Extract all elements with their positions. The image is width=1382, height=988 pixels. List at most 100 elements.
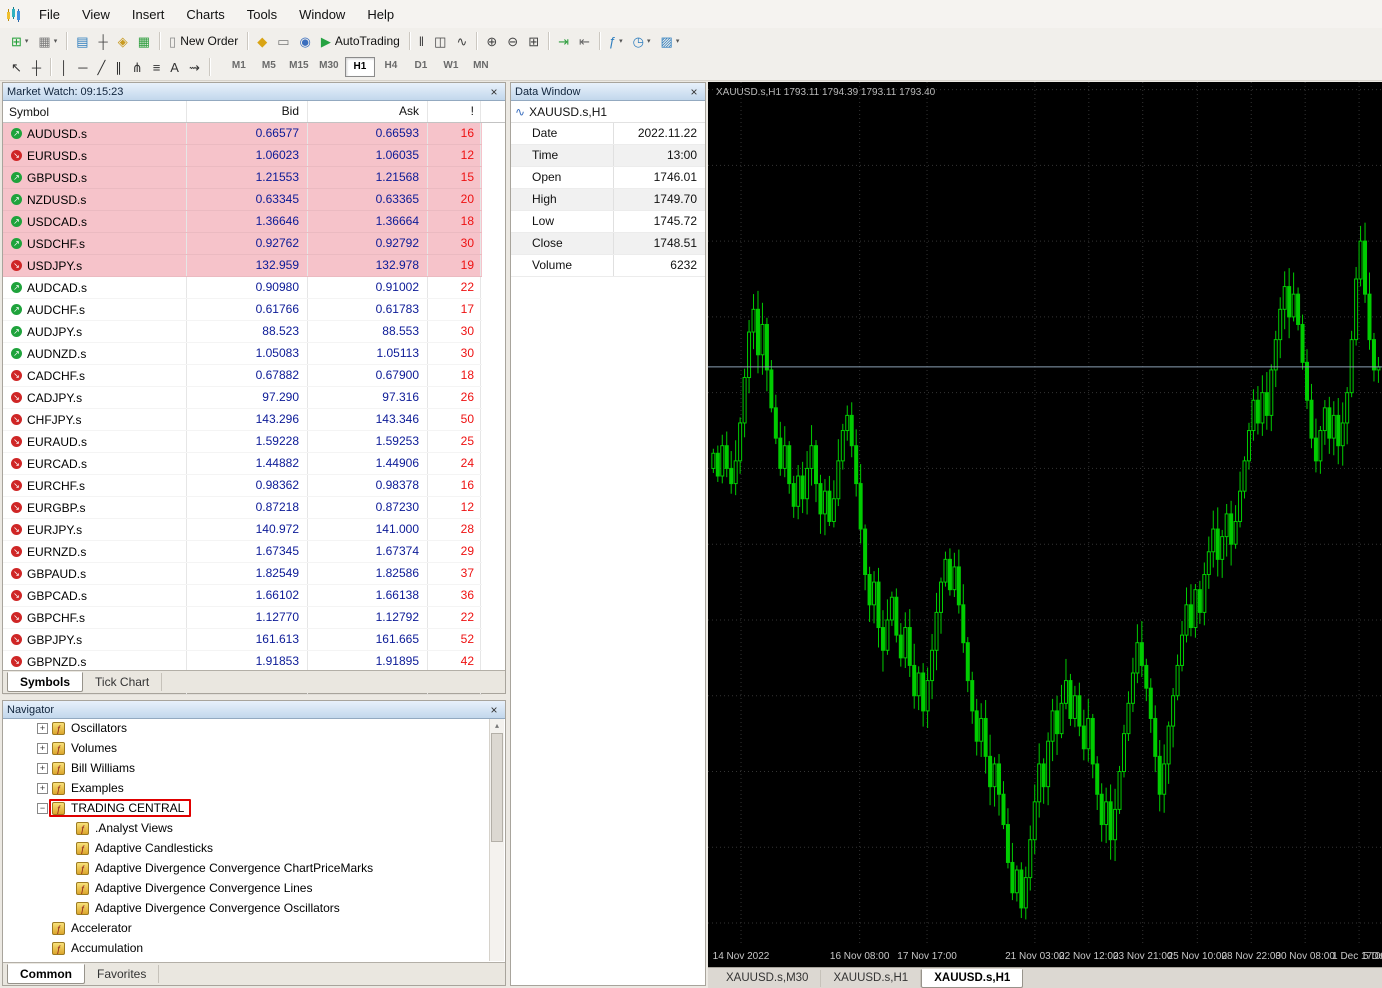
close-icon[interactable]: ×: [687, 85, 701, 99]
new-chart-button[interactable]: ⊞▾: [7, 30, 32, 52]
close-icon[interactable]: ×: [487, 85, 501, 99]
timeframe-mn[interactable]: MN: [467, 57, 495, 75]
navigator-button[interactable]: ◈: [114, 30, 132, 52]
close-icon[interactable]: ×: [487, 703, 501, 717]
print-button[interactable]: ▭: [273, 30, 293, 52]
chart-tab-xauusd-s-h1[interactable]: XAUUSD.s,H1: [921, 969, 1023, 988]
table-row[interactable]: ↘EURCHF.s0.983620.9837816: [3, 475, 482, 497]
equidistant-channel-button[interactable]: ∥: [111, 56, 126, 78]
templates-button[interactable]: ▨▾: [657, 30, 684, 52]
terminal-button[interactable]: ▦: [134, 30, 154, 52]
periods-button[interactable]: ◷▾: [629, 30, 655, 52]
navigator-scrollbar[interactable]: ▴: [489, 719, 504, 961]
horizontal-line-button[interactable]: ─: [74, 56, 91, 78]
tree-item[interactable]: ƒ.Analyst Views: [3, 818, 489, 838]
table-row[interactable]: ↘EURJPY.s140.972141.00028: [3, 519, 482, 541]
table-row[interactable]: ↘EURCAD.s1.448821.4490624: [3, 453, 482, 475]
timeframe-h1[interactable]: H1: [345, 57, 375, 77]
metaeditor-button[interactable]: ◆: [253, 30, 271, 52]
trendline-button[interactable]: ╱: [93, 56, 109, 78]
menu-item-file[interactable]: File: [28, 0, 71, 28]
line-chart-button[interactable]: ∿: [452, 30, 471, 52]
menu-item-tools[interactable]: Tools: [236, 0, 288, 28]
table-row[interactable]: ↘CADJPY.s97.29097.31626: [3, 387, 482, 409]
scroll-up-icon[interactable]: ▴: [490, 719, 504, 732]
tree-item[interactable]: ƒAdaptive Divergence Convergence Lines: [3, 878, 489, 898]
table-row[interactable]: ↗USDCHF.s0.927620.9279230: [3, 233, 482, 255]
menu-item-window[interactable]: Window: [288, 0, 356, 28]
table-row[interactable]: ↗AUDCHF.s0.617660.6178317: [3, 299, 482, 321]
expand-icon[interactable]: +: [37, 763, 48, 774]
tile-windows-button[interactable]: ⊞: [524, 30, 543, 52]
timeframe-d1[interactable]: D1: [407, 57, 435, 75]
profiles-button[interactable]: ▦▾: [34, 30, 61, 52]
arrows-tool-button[interactable]: ⇝: [185, 56, 204, 78]
timeframe-m1[interactable]: M1: [225, 57, 253, 75]
menu-item-insert[interactable]: Insert: [121, 0, 176, 28]
autotrading-button[interactable]: ▶AutoTrading: [317, 30, 404, 52]
menu-item-charts[interactable]: Charts: [175, 0, 235, 28]
zoom-in-button[interactable]: ⊕: [482, 30, 501, 52]
zoom-out-button[interactable]: ⊖: [503, 30, 522, 52]
tab-common[interactable]: Common: [7, 964, 85, 984]
text-button[interactable]: A: [166, 56, 183, 78]
expand-icon[interactable]: +: [37, 723, 48, 734]
table-row[interactable]: ↗NZDUSD.s0.633450.6336520: [3, 189, 482, 211]
tab-symbols[interactable]: Symbols: [7, 672, 83, 692]
tree-item[interactable]: ƒAdaptive Candlesticks: [3, 838, 489, 858]
table-row[interactable]: ↘CHFJPY.s143.296143.34650: [3, 409, 482, 431]
timeframe-h4[interactable]: H4: [377, 57, 405, 75]
chart-shift-button[interactable]: ⇤: [575, 30, 594, 52]
chart-tab-xauusd-s-h1[interactable]: XAUUSD.s,H1: [821, 970, 921, 987]
crosshair-button[interactable]: ┼: [28, 56, 45, 78]
table-row[interactable]: ↘USDJPY.s132.959132.97819: [3, 255, 482, 277]
table-row[interactable]: ↘CADCHF.s0.678820.6790018: [3, 365, 482, 387]
menu-item-view[interactable]: View: [71, 0, 121, 28]
timeframe-m30[interactable]: M30: [315, 57, 343, 75]
help-button[interactable]: ◉: [296, 30, 315, 52]
cursor-button[interactable]: ↖: [7, 56, 26, 78]
tree-item[interactable]: +ƒOscillators: [3, 718, 489, 738]
tree-item[interactable]: −ƒTRADING CENTRAL: [3, 798, 489, 818]
tree-item[interactable]: +ƒBill Williams: [3, 758, 489, 778]
tree-item[interactable]: ƒAccumulation: [3, 938, 489, 958]
menu-item-help[interactable]: Help: [356, 0, 405, 28]
table-row[interactable]: ↗AUDJPY.s88.52388.55330: [3, 321, 482, 343]
table-row[interactable]: ↗USDCAD.s1.366461.3666418: [3, 211, 482, 233]
table-row[interactable]: ↘GBPCHF.s1.127701.1279222: [3, 607, 482, 629]
tree-item[interactable]: ƒAccelerator: [3, 918, 489, 938]
tree-item[interactable]: ƒAdaptive Divergence Convergence Oscilla…: [3, 898, 489, 918]
auto-scroll-button[interactable]: ⇥: [554, 30, 573, 52]
timeframe-m15[interactable]: M15: [285, 57, 313, 75]
market-watch-button[interactable]: ▤: [72, 30, 92, 52]
table-row[interactable]: ↘GBPAUD.s1.825491.8258637: [3, 563, 482, 585]
tab-favorites[interactable]: Favorites: [85, 965, 159, 983]
table-row[interactable]: ↘EURNZD.s1.673451.6737429: [3, 541, 482, 563]
table-row[interactable]: ↗GBPUSD.s1.215531.2156815: [3, 167, 482, 189]
expand-icon[interactable]: +: [37, 783, 48, 794]
fibonacci-retracement-button[interactable]: ≡: [149, 56, 165, 78]
scrollbar-thumb[interactable]: [491, 733, 503, 842]
data-window-button[interactable]: ┼: [95, 30, 112, 52]
table-row[interactable]: ↘EURGBP.s0.872180.8723012: [3, 497, 482, 519]
table-row[interactable]: ↘GBPCAD.s1.661021.6613836: [3, 585, 482, 607]
bar-chart-button[interactable]: ‖: [415, 30, 428, 52]
table-row[interactable]: ↗AUDCAD.s0.909800.9100222: [3, 277, 482, 299]
expand-icon[interactable]: +: [37, 743, 48, 754]
new-order-button[interactable]: ▯New Order: [165, 30, 242, 52]
tree-item[interactable]: +ƒVolumes: [3, 738, 489, 758]
table-row[interactable]: ↘EURAUD.s1.592281.5925325: [3, 431, 482, 453]
indicators-button[interactable]: ƒ▾: [605, 30, 627, 52]
tree-item[interactable]: ƒAdaptive Divergence Convergence ChartPr…: [3, 858, 489, 878]
tab-tick-chart[interactable]: Tick Chart: [83, 673, 162, 691]
collapse-icon[interactable]: −: [37, 803, 48, 814]
tree-item[interactable]: +ƒExamples: [3, 778, 489, 798]
timeframe-w1[interactable]: W1: [437, 57, 465, 75]
candlestick-button[interactable]: ◫: [430, 30, 450, 52]
andrews-pitchfork-button[interactable]: ⋔: [128, 56, 147, 78]
timeframe-m5[interactable]: M5: [255, 57, 283, 75]
table-row[interactable]: ↘EURUSD.s1.060231.0603512: [3, 145, 482, 167]
vertical-line-button[interactable]: │: [56, 56, 72, 78]
chart-tab-xauusd-s-m30[interactable]: XAUUSD.s,M30: [714, 970, 821, 987]
table-row[interactable]: ↗AUDUSD.s0.665770.6659316: [3, 123, 482, 145]
